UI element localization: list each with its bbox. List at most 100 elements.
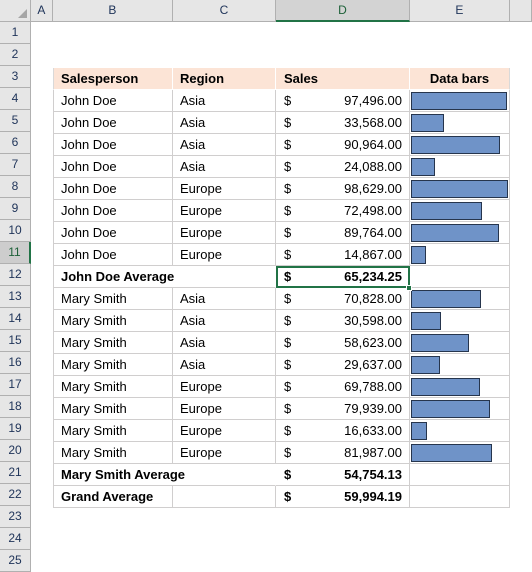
cell-salesperson[interactable]: John Doe — [53, 134, 173, 156]
table-row[interactable]: Mary Smith Average $54,754.13 — [53, 464, 510, 486]
cell-salesperson[interactable]: Mary Smith — [53, 354, 173, 376]
table-row[interactable]: Mary Smith Europe $79,939.00 — [53, 398, 510, 420]
cell-region[interactable] — [173, 486, 276, 508]
cell-sales[interactable]: $29,637.00 — [276, 354, 410, 376]
cell-salesperson[interactable]: John Doe — [53, 112, 173, 134]
cell-sales[interactable]: $72,498.00 — [276, 200, 410, 222]
cell-salesperson[interactable]: Mary Smith — [53, 376, 173, 398]
cell-sales[interactable]: $54,754.13 — [276, 464, 410, 486]
row-header-24[interactable]: 24 — [0, 528, 31, 550]
row-header-22[interactable]: 22 — [0, 484, 31, 506]
cell-salesperson[interactable]: John Doe — [53, 90, 173, 112]
cell-sales[interactable]: $98,629.00 — [276, 178, 410, 200]
cell-salesperson[interactable]: Mary Smith — [53, 310, 173, 332]
cell-databar[interactable] — [410, 310, 510, 332]
table-row[interactable]: John Doe Asia $33,568.00 — [53, 112, 510, 134]
cell-databar[interactable] — [410, 200, 510, 222]
table-row[interactable]: John Doe Asia $24,088.00 — [53, 156, 510, 178]
cell-salesperson[interactable]: John Doe Average — [53, 266, 276, 288]
cell-databar[interactable] — [410, 134, 510, 156]
row-header-16[interactable]: 16 — [0, 352, 31, 374]
cell-region[interactable]: Asia — [173, 156, 276, 178]
header-cell-databars[interactable]: Data bars — [410, 68, 510, 90]
table-row[interactable]: Mary Smith Asia $30,598.00 — [53, 310, 510, 332]
column-header-a[interactable]: A — [31, 0, 53, 22]
row-header-6[interactable]: 6 — [0, 132, 31, 154]
row-header-7[interactable]: 7 — [0, 154, 31, 176]
column-header-c[interactable]: C — [173, 0, 276, 22]
row-header-15[interactable]: 15 — [0, 330, 31, 352]
cell-databar[interactable] — [410, 376, 510, 398]
row-header-17[interactable]: 17 — [0, 374, 31, 396]
table-row[interactable]: John Doe Asia $97,496.00 — [53, 90, 510, 112]
row-header-5[interactable]: 5 — [0, 110, 31, 132]
cell-salesperson[interactable]: Mary Smith — [53, 332, 173, 354]
row-header-23[interactable]: 23 — [0, 506, 31, 528]
cell-sales[interactable]: $90,964.00 — [276, 134, 410, 156]
cell-region[interactable]: Europe — [173, 442, 276, 464]
table-row[interactable]: John Doe Europe $14,867.00 — [53, 244, 510, 266]
cell-databar[interactable] — [410, 398, 510, 420]
cell-salesperson[interactable]: John Doe — [53, 200, 173, 222]
cell-salesperson[interactable]: Mary Smith — [53, 442, 173, 464]
row-header-13[interactable]: 13 — [0, 286, 31, 308]
cell-sales[interactable]: $70,828.00 — [276, 288, 410, 310]
cell-sales[interactable]: $14,867.00 — [276, 244, 410, 266]
cell-sales[interactable]: $30,598.00 — [276, 310, 410, 332]
table-row[interactable]: John Doe Europe $72,498.00 — [53, 200, 510, 222]
cell-databar[interactable] — [410, 90, 510, 112]
cell-region[interactable]: Asia — [173, 90, 276, 112]
table-row[interactable]: Mary Smith Asia $70,828.00 — [53, 288, 510, 310]
row-header-3[interactable]: 3 — [0, 66, 31, 88]
row-header-21[interactable]: 21 — [0, 462, 31, 484]
cell-region[interactable]: Asia — [173, 134, 276, 156]
row-header-25[interactable]: 25 — [0, 550, 31, 572]
cell-salesperson[interactable]: Mary Smith Average — [53, 464, 276, 486]
row-header-8[interactable]: 8 — [0, 176, 31, 198]
table-row[interactable]: John Doe Average $65,234.25 — [53, 266, 510, 288]
sales-table[interactable]: Salesperson Region Sales Data bars John Doe A… — [53, 68, 510, 508]
cell-salesperson[interactable]: Grand Average — [53, 486, 173, 508]
cell-salesperson[interactable]: John Doe — [53, 244, 173, 266]
cell-salesperson[interactable]: John Doe — [53, 222, 173, 244]
cell-sales[interactable]: $97,496.00 — [276, 90, 410, 112]
select-all-button[interactable] — [0, 0, 31, 22]
cell-region[interactable]: Europe — [173, 222, 276, 244]
row-header-20[interactable]: 20 — [0, 440, 31, 462]
header-cell-sales[interactable]: Sales — [276, 68, 410, 90]
cell-region[interactable]: Asia — [173, 332, 276, 354]
table-row[interactable]: Mary Smith Asia $29,637.00 — [53, 354, 510, 376]
cell-databar[interactable] — [410, 354, 510, 376]
table-row[interactable]: Mary Smith Europe $69,788.00 — [53, 376, 510, 398]
cell-databar[interactable] — [410, 420, 510, 442]
cell-databar[interactable] — [410, 486, 510, 508]
cell-region[interactable]: Europe — [173, 178, 276, 200]
cell-region[interactable]: Europe — [173, 200, 276, 222]
cell-databar[interactable] — [410, 288, 510, 310]
header-cell-region[interactable]: Region — [173, 68, 276, 90]
cell-region[interactable]: Europe — [173, 398, 276, 420]
cell-region[interactable]: Europe — [173, 244, 276, 266]
fill-handle[interactable] — [406, 285, 412, 291]
table-row[interactable]: Mary Smith Asia $58,623.00 — [53, 332, 510, 354]
row-header-18[interactable]: 18 — [0, 396, 31, 418]
column-header-b[interactable]: B — [53, 0, 173, 22]
row-header-1[interactable]: 1 — [0, 22, 31, 44]
cell-databar[interactable] — [410, 156, 510, 178]
header-cell-salesperson[interactable]: Salesperson — [53, 68, 173, 90]
cell-databar[interactable] — [410, 464, 510, 486]
row-header-9[interactable]: 9 — [0, 198, 31, 220]
cell-databar[interactable] — [410, 244, 510, 266]
table-row[interactable]: Grand Average $59,994.19 — [53, 486, 510, 508]
cell-databar[interactable] — [410, 112, 510, 134]
cell-region[interactable]: Europe — [173, 376, 276, 398]
cell-sales[interactable]: $81,987.00 — [276, 442, 410, 464]
cell-sales[interactable]: $58,623.00 — [276, 332, 410, 354]
cell-salesperson[interactable]: John Doe — [53, 178, 173, 200]
column-header-extra[interactable] — [510, 0, 532, 22]
cell-databar[interactable] — [410, 266, 510, 288]
spreadsheet-grid[interactable]: ABCDE 1 2 3 4 5 6 7 8 9 10 11 12 13 14 15 16 17 18 19 20 21 2… — [0, 0, 532, 572]
cell-salesperson[interactable]: Mary Smith — [53, 398, 173, 420]
cell-databar[interactable] — [410, 442, 510, 464]
row-header-11[interactable]: 11 — [0, 242, 31, 264]
